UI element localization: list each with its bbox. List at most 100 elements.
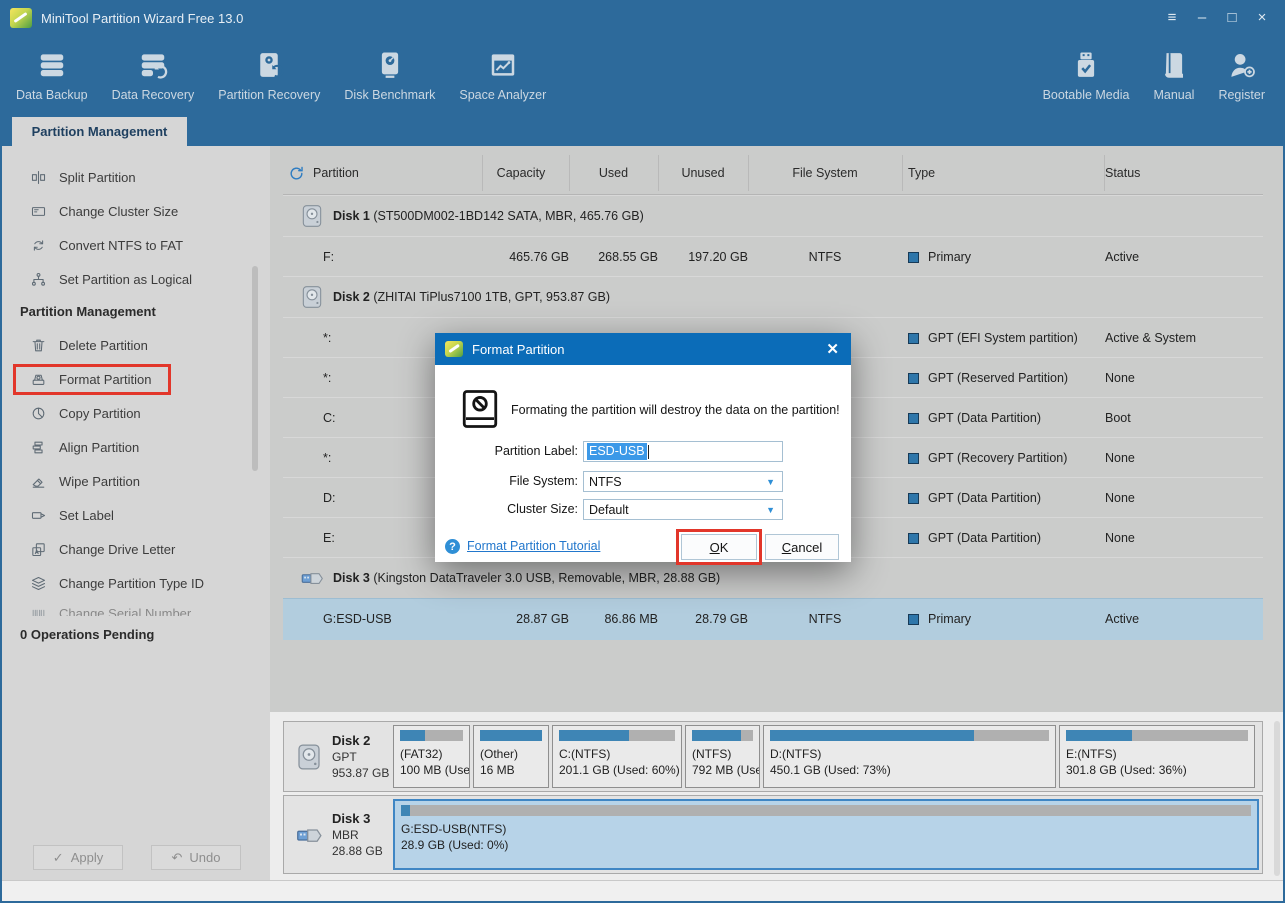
window-maximize-button[interactable]: □ <box>1221 7 1243 29</box>
disk-map-info-disk-2: Disk 2GPT953.87 GB <box>284 722 390 791</box>
toolbar-bootable-media-button[interactable]: Bootable Media <box>1031 44 1142 108</box>
partition-row[interactable]: F:465.76 GB268.55 GB197.20 GBNTFSPrimary… <box>283 236 1263 276</box>
partition-size-info: 16 MB <box>480 762 542 778</box>
sidebar-item-label: Set Label <box>59 508 114 523</box>
disk-map-partition-ntfs[interactable]: (NTFS)792 MB (Used: <box>685 725 760 788</box>
format-partition-tutorial-link[interactable]: Format Partition Tutorial <box>467 539 600 553</box>
window-controls: ≡–□ × <box>1161 7 1273 29</box>
status-cell: Boot <box>1105 411 1131 425</box>
disk-map-row-disk-3: Disk 3MBR28.88 GBG:ESD-USB(NTFS)28.9 GB … <box>283 795 1263 874</box>
window-close-button[interactable]: × <box>1251 7 1273 29</box>
disk-scheme: GPT <box>332 749 389 765</box>
col-header-unused[interactable]: Unused <box>658 166 748 180</box>
disk-group-row[interactable]: Disk 1 (ST500DM002-1BD142 SATA, MBR, 465… <box>283 195 1263 236</box>
sidebar-item-split-partition[interactable]: Split Partition <box>0 160 252 194</box>
partition-cell: *: <box>323 371 331 385</box>
sidebar-item-copy-partition[interactable]: Copy Partition <box>0 396 252 430</box>
partition-label-input[interactable]: ESD-USB <box>583 441 783 462</box>
disk-map-scrollbar[interactable] <box>1274 721 1280 876</box>
partition-label: D:(NTFS) <box>770 746 1049 762</box>
sidebar-item-label: Set Partition as Logical <box>59 272 192 287</box>
refresh-icon[interactable] <box>288 165 305 182</box>
window-menu-button[interactable]: ≡ <box>1161 7 1183 29</box>
sidebar-item-label: Change Partition Type ID <box>59 576 204 591</box>
toolbar-button-label: Disk Benchmark <box>344 88 435 102</box>
partition-type-square-icon <box>908 453 919 464</box>
sidebar-item-set-label[interactable]: Set Label <box>0 498 252 532</box>
sidebar-item-label: Align Partition <box>59 440 139 455</box>
type-cell: GPT (EFI System partition) <box>928 331 1078 345</box>
status-cell: Active <box>1105 250 1139 264</box>
toolbar-manual-button[interactable]: Manual <box>1141 44 1206 108</box>
dialog-field-label-file-system: File System: <box>435 474 578 488</box>
tab-partition-management[interactable]: Partition Management <box>12 117 187 146</box>
partition-label: (Other) <box>480 746 542 762</box>
disk-map-partition-g-esd-usb-ntfs[interactable]: G:ESD-USB(NTFS)28.9 GB (Used: 0%) <box>393 799 1259 870</box>
cluster-size-dropdown[interactable]: Default▼ <box>583 499 783 520</box>
col-header-file-system[interactable]: File System <box>748 166 902 180</box>
file-system-dropdown[interactable]: NTFS▼ <box>583 471 783 492</box>
col-header-type[interactable]: Type <box>908 166 935 180</box>
dialog-close-icon[interactable]: ✕ <box>826 340 839 358</box>
hdd-icon <box>299 203 325 229</box>
toolbar-button-label: Partition Recovery <box>218 88 320 102</box>
partition-row[interactable]: G:ESD-USB28.87 GB86.86 MB28.79 GBNTFSPri… <box>283 598 1263 640</box>
col-header-status[interactable]: Status <box>1105 166 1140 180</box>
sidebar-item-label: Change Cluster Size <box>59 204 178 219</box>
annotation-box-format-partition <box>13 364 171 395</box>
sidebar-item-convert-ntfs-to-fat[interactable]: Convert NTFS to FAT <box>0 228 252 262</box>
delete-partition-icon <box>30 337 47 354</box>
toolbar-space-analyzer-button[interactable]: Space Analyzer <box>447 44 558 108</box>
sidebar-item-delete-partition[interactable]: Delete Partition <box>0 328 252 362</box>
disk-group-row[interactable]: Disk 3 (Kingston DataTraveler 3.0 USB, R… <box>283 557 1263 598</box>
apply-button[interactable]: ✓ Apply <box>33 845 123 870</box>
dialog-title: Format Partition <box>472 342 564 357</box>
dropdown-value: NTFS <box>587 475 766 489</box>
manual-icon <box>1159 50 1189 80</box>
split-partition-icon <box>30 169 47 186</box>
toolbar-disk-benchmark-button[interactable]: Disk Benchmark <box>332 44 447 108</box>
col-header-used[interactable]: Used <box>569 166 658 180</box>
toolbar: Data BackupData Recovery Partition Recove… <box>0 36 1285 146</box>
change-serial-icon <box>30 606 47 616</box>
format-partition-dialog: Format Partition ✕ Formating the partiti… <box>435 333 851 562</box>
disk-map-partition-other[interactable]: (Other)16 MB <box>473 725 549 788</box>
type-cell: GPT (Recovery Partition) <box>928 451 1067 465</box>
disk-map-panel: Disk 2GPT953.87 GB(FAT32)100 MB (Used:(O… <box>270 712 1285 880</box>
sidebar-item-change-cluster-size[interactable]: Change Cluster Size <box>0 194 252 228</box>
set-logical-icon <box>30 271 47 288</box>
toolbar-data-recovery-button[interactable]: Data Recovery <box>100 44 207 108</box>
disk-map-partition-e-ntfs[interactable]: E:(NTFS)301.8 GB (Used: 36%) <box>1059 725 1255 788</box>
hdd-icon <box>299 284 325 310</box>
disk-map-partition-fat32[interactable]: (FAT32)100 MB (Used: <box>393 725 470 788</box>
sidebar-item-set-partition-as-logical[interactable]: Set Partition as Logical <box>0 262 252 296</box>
sidebar-item-change-partition-type-id[interactable]: Change Partition Type ID <box>0 566 252 600</box>
sidebar-scrollbar[interactable] <box>252 266 258 471</box>
partition-cell: F: <box>323 250 334 264</box>
partition-size-info: 28.9 GB (Used: 0%) <box>401 837 1251 853</box>
dialog-titlebar: Format Partition ✕ <box>435 333 851 365</box>
cancel-button[interactable]: Cancel <box>765 534 839 560</box>
help-icon[interactable]: ? <box>445 539 460 554</box>
used-space-bar <box>692 730 753 741</box>
disk-group-row[interactable]: Disk 2 (ZHITAI TiPlus7100 1TB, GPT, 953.… <box>283 276 1263 317</box>
toolbar-register-button[interactable]: Register <box>1206 44 1277 108</box>
disk-map-partition-d-ntfs[interactable]: D:(NTFS)450.1 GB (Used: 73%) <box>763 725 1056 788</box>
sidebar-item-label: Copy Partition <box>59 406 141 421</box>
file-system-cell: NTFS <box>748 250 902 264</box>
toolbar-data-backup-button[interactable]: Data Backup <box>4 44 100 108</box>
toolbar-partition-recovery-button[interactable]: Partition Recovery <box>206 44 332 108</box>
sidebar-item-change-drive-letter[interactable]: Change Drive Letter <box>0 532 252 566</box>
sidebar-item-change-serial-number[interactable]: Change Serial Number <box>0 600 252 616</box>
sidebar-item-wipe-partition[interactable]: Wipe Partition <box>0 464 252 498</box>
window-minimize-button[interactable]: – <box>1191 7 1213 29</box>
sidebar-item-align-partition[interactable]: Align Partition <box>0 430 252 464</box>
undo-button[interactable]: ↶ Undo <box>151 845 241 870</box>
disk-map-partition-c-ntfs[interactable]: C:(NTFS)201.1 GB (Used: 60%) <box>552 725 682 788</box>
status-cell: None <box>1105 451 1135 465</box>
align-partition-icon <box>30 439 47 456</box>
used-space-fill <box>401 805 410 816</box>
col-header-partition[interactable]: Partition <box>313 166 359 180</box>
col-header-capacity[interactable]: Capacity <box>473 166 569 180</box>
file-system-cell: NTFS <box>748 612 902 626</box>
